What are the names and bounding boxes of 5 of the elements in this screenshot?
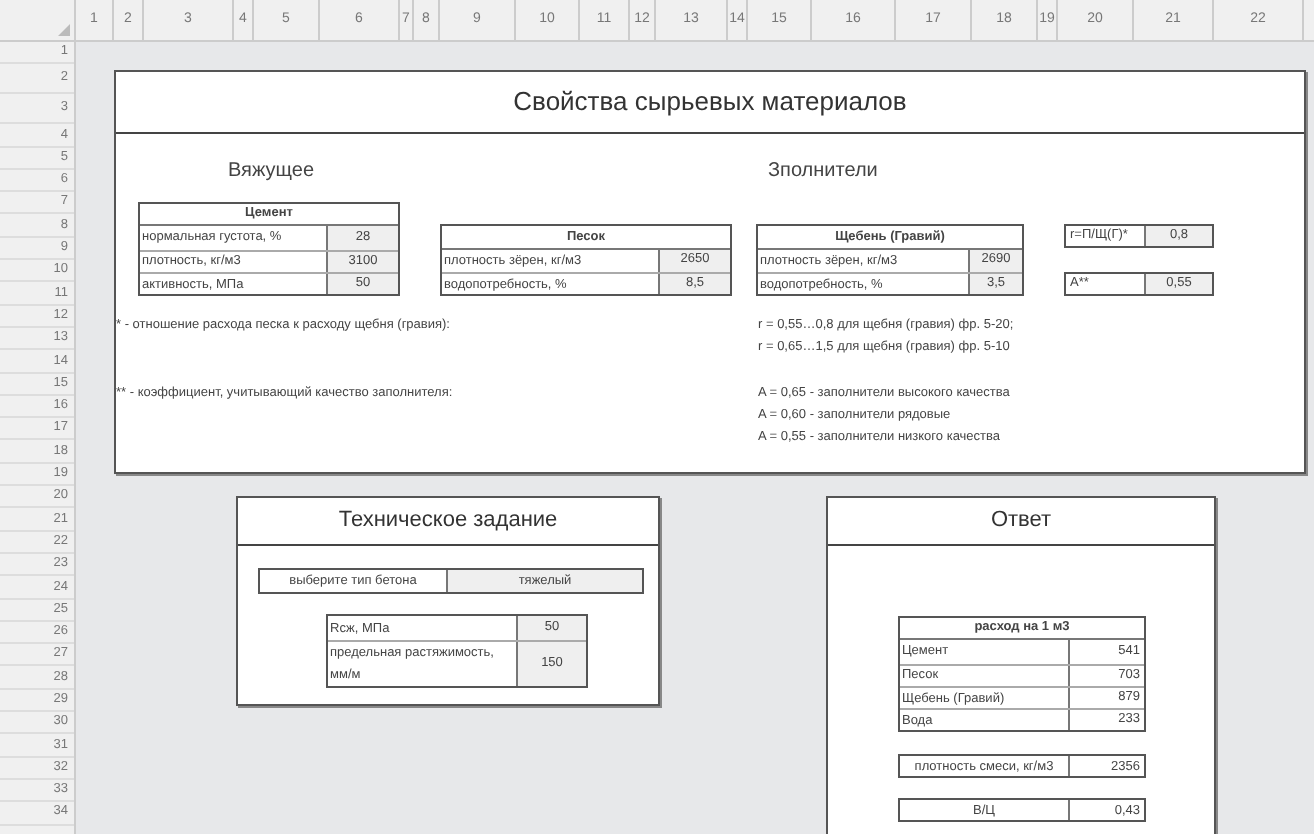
panel-title: Ответ [828, 498, 1214, 546]
section-heading: Вяжущее [228, 158, 317, 180]
panel-title: Свойства сырьевых материалов [116, 72, 1304, 134]
panel-title: Техническое задание [238, 498, 658, 546]
section-heading: Зполнители [768, 158, 878, 180]
